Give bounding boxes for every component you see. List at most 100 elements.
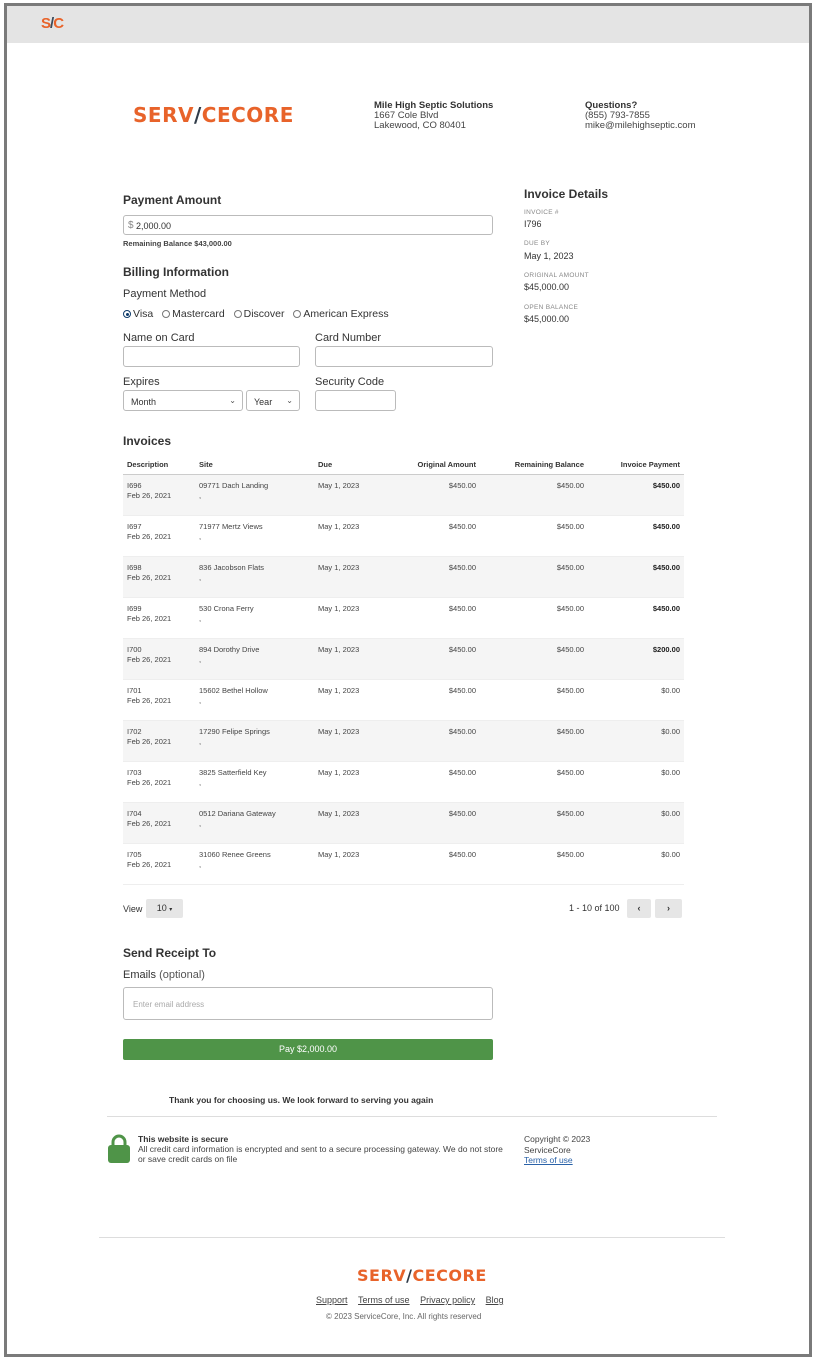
site-sub: , <box>199 736 202 746</box>
site-sub: , <box>199 654 202 664</box>
invoice-date: Feb 26, 2021 <box>127 572 172 582</box>
view-label: View <box>123 904 143 914</box>
year-select[interactable]: Year ⌄ <box>246 390 300 411</box>
wrench-icon: / <box>193 103 202 127</box>
table-row: I701 Feb 26, 2021 15602 Bethel Hollow, May … <box>123 679 684 721</box>
invoice-id[interactable]: I698 <box>127 563 191 573</box>
cell-invoice-payment[interactable]: $0.00 <box>588 802 684 844</box>
site-sub: , <box>199 695 202 705</box>
site-sub: , <box>199 613 202 623</box>
cell-site: 894 Dorothy Drive, <box>195 638 314 680</box>
cell-invoice-payment[interactable]: $0.00 <box>588 761 684 803</box>
radio-unselected[interactable] <box>293 310 302 318</box>
company-block: Mile High Septic Solutions 1667 Cole Blv… <box>374 100 493 131</box>
month-select[interactable]: Month ⌄ <box>123 390 243 411</box>
cell-description: I700 Feb 26, 2021 <box>123 638 195 680</box>
invoice-number-value: I796 <box>524 219 542 229</box>
billing-title: Billing Information <box>123 265 229 279</box>
method-visa[interactable]: Visa <box>123 308 153 320</box>
blog-link[interactable]: Blog <box>486 1295 504 1305</box>
cell-site: 09771 Dach Landing, <box>195 474 314 516</box>
site-address: 71977 Mertz Views <box>199 521 263 531</box>
caret-down-icon: ▾ <box>169 907 173 913</box>
cell-original-amount: $450.00 <box>394 720 480 762</box>
cell-original-amount: $450.00 <box>394 638 480 680</box>
site-address: 0512 Dariana Gateway <box>199 808 276 818</box>
col-invoice-payment: Invoice Payment <box>588 456 684 475</box>
cell-due: May 1, 2023 <box>314 679 394 721</box>
invoice-id[interactable]: I701 <box>127 686 191 696</box>
cell-invoice-payment[interactable]: $200.00 <box>588 638 684 680</box>
cell-remaining-balance: $450.00 <box>480 638 588 680</box>
cell-site: 0512 Dariana Gateway, <box>195 802 314 844</box>
pay-button[interactable]: Pay $2,000.00 <box>123 1039 493 1060</box>
chevron-down-icon: ⌄ <box>229 396 236 405</box>
lock-icon <box>107 1133 131 1163</box>
payment-method-label: Payment Method <box>123 288 207 300</box>
invoice-id[interactable]: I703 <box>127 768 191 778</box>
invoice-date: Feb 26, 2021 <box>127 695 172 705</box>
table-header-row: Description Site Due Original Amount Rem… <box>123 456 684 475</box>
cell-remaining-balance: $450.00 <box>480 843 588 885</box>
cell-invoice-payment[interactable]: $450.00 <box>588 556 684 598</box>
privacy-policy-link[interactable]: Privacy policy <box>420 1295 475 1305</box>
invoice-id[interactable]: I705 <box>127 850 191 860</box>
invoice-date: Feb 26, 2021 <box>127 654 172 664</box>
terms-of-use-link[interactable]: Terms of use <box>524 1155 590 1166</box>
site-address: 09771 Dach Landing <box>199 480 269 490</box>
divider <box>107 1116 717 1117</box>
method-mastercard[interactable]: Mastercard <box>162 308 225 320</box>
card-number-input[interactable] <box>315 346 493 367</box>
site-sub: , <box>199 777 202 787</box>
cell-due: May 1, 2023 <box>314 843 394 885</box>
prev-page-button[interactable]: ‹ <box>627 899 651 918</box>
method-amex[interactable]: American Express <box>293 308 389 320</box>
email-input[interactable]: Enter email address <box>123 987 493 1020</box>
support-link[interactable]: Support <box>316 1295 348 1305</box>
cell-invoice-payment[interactable]: $0.00 <box>588 679 684 721</box>
topbar-logo[interactable]: S/C <box>41 15 64 32</box>
cell-invoice-payment[interactable]: $450.00 <box>588 474 684 516</box>
month-value: Month <box>131 397 157 407</box>
invoice-id[interactable]: I700 <box>127 645 191 655</box>
invoice-id[interactable]: I697 <box>127 522 191 532</box>
card-number-label: Card Number <box>315 332 382 344</box>
invoice-details-title: Invoice Details <box>524 187 609 201</box>
cell-description: I698 Feb 26, 2021 <box>123 556 195 598</box>
chevron-right-icon: › <box>667 903 670 913</box>
cell-invoice-payment[interactable]: $0.00 <box>588 843 684 885</box>
top-bar: S/C <box>7 6 809 43</box>
next-page-button[interactable]: › <box>655 899 682 918</box>
footer-terms-link[interactable]: Terms of use <box>358 1295 410 1305</box>
cell-invoice-payment[interactable]: $450.00 <box>588 515 684 557</box>
col-original-amount: Original Amount <box>394 456 480 475</box>
cell-remaining-balance: $450.00 <box>480 515 588 557</box>
view-count-dropdown[interactable]: 10 ▾ <box>146 899 183 918</box>
invoice-id[interactable]: I696 <box>127 481 191 491</box>
name-on-card-label: Name on Card <box>123 332 195 344</box>
cell-description: I696 Feb 26, 2021 <box>123 474 195 516</box>
name-on-card-input[interactable] <box>123 346 300 367</box>
col-due: Due <box>314 456 394 475</box>
invoice-id[interactable]: I702 <box>127 727 191 737</box>
site-address: 3825 Satterfield Key <box>199 767 267 777</box>
cell-invoice-payment[interactable]: $450.00 <box>588 597 684 639</box>
secure-title: This website is secure <box>138 1134 229 1144</box>
radio-selected[interactable] <box>123 310 131 318</box>
cell-remaining-balance: $450.00 <box>480 597 588 639</box>
invoice-id[interactable]: I704 <box>127 809 191 819</box>
cell-original-amount: $450.00 <box>394 761 480 803</box>
radio-unselected[interactable] <box>233 310 242 318</box>
brand-part-2: CE <box>412 1266 437 1285</box>
expires-label: Expires <box>123 376 160 388</box>
payment-amount-input[interactable]: $ 2,000.00 <box>123 215 493 235</box>
cell-invoice-payment[interactable]: $0.00 <box>588 720 684 762</box>
brand-part-1: SERV <box>357 1266 407 1285</box>
radio-unselected[interactable] <box>162 310 171 318</box>
method-discover[interactable]: Discover <box>233 308 284 320</box>
table-row: I702 Feb 26, 2021 17290 Felipe Springs, May… <box>123 720 684 762</box>
col-remaining-balance: Remaining Balance <box>480 456 588 475</box>
security-code-input[interactable] <box>315 390 396 411</box>
invoice-id[interactable]: I699 <box>127 604 191 614</box>
site-address: 836 Jacobson Flats <box>199 562 265 572</box>
